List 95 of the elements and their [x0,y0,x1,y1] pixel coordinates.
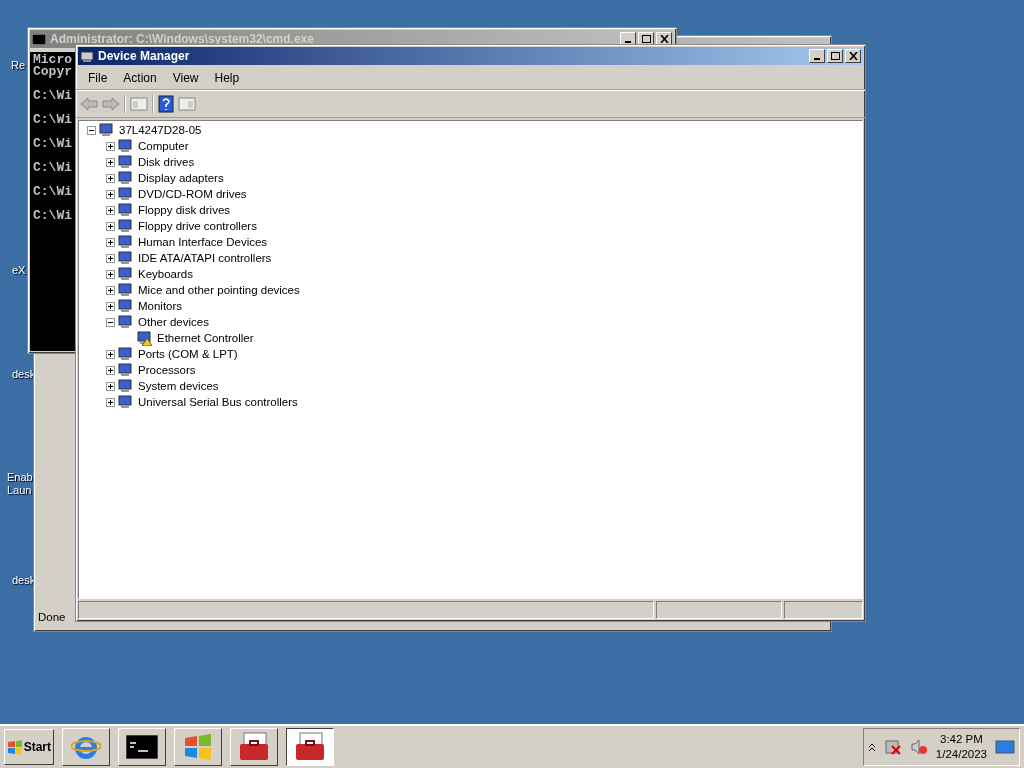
console-line: C:\Wi [33,186,72,198]
tree-item[interactable]: Disk drives [138,156,195,168]
desktop-icon-label[interactable]: eX [12,264,26,277]
windows-flag-icon [183,732,213,762]
device-icon [117,362,134,378]
status-text: Done [38,611,66,625]
device-icon [117,394,134,410]
close-icon [848,52,858,60]
expand-icon[interactable] [106,269,115,279]
menu-item[interactable]: File [80,71,116,85]
window-title: Administrator: C:\Windows\system32\cmd.exe [50,32,315,46]
device-icon [117,186,134,202]
start-button[interactable]: Start [4,729,54,765]
tree-item[interactable]: Universal Serial Bus controllers [138,396,298,408]
window-title: Device Manager [98,49,191,63]
device-icon [117,170,134,186]
tree-item[interactable]: DVD/CD-ROM drives [138,188,247,200]
desktop-icon-label[interactable]: Enab [7,471,33,484]
minimize-button[interactable] [809,49,825,63]
collapse-icon[interactable] [87,125,96,135]
tree-item[interactable]: Monitors [138,300,183,312]
tree-item[interactable]: Computer [138,140,189,152]
device-icon [117,378,134,394]
tree-item[interactable]: Ethernet Controller [157,332,254,344]
tree-item[interactable]: Processors [138,364,196,376]
tree-item[interactable]: Floppy drive controllers [138,220,257,232]
tree-item[interactable]: 37L4247D28-05 [119,124,202,136]
close-button[interactable] [845,49,861,63]
taskbar-button[interactable] [286,728,334,766]
expand-icon[interactable] [106,237,115,247]
device-icon [117,298,134,314]
help-icon[interactable] [158,95,174,113]
expand-icon[interactable] [106,253,115,263]
tree-item[interactable]: Ports (COM & LPT) [138,348,238,360]
tree-item[interactable]: Keyboards [138,268,193,280]
desktop-icon-label[interactable]: Re [11,59,26,72]
menu-item[interactable]: Help [206,71,248,85]
windows-flag-icon [7,739,22,755]
maximize-icon [830,52,840,60]
expand-icon[interactable] [106,365,115,375]
expand-icon[interactable] [106,157,115,167]
expand-icon[interactable] [106,397,115,407]
tree-item[interactable]: Human Interface Devices [138,236,268,248]
console-line: Copyr [33,66,72,78]
expand-icon[interactable] [106,301,115,311]
console-line: C:\Wi [33,114,72,126]
expand-icon[interactable] [106,141,115,151]
clock-date: 1/24/2023 [935,747,987,762]
close-icon [659,35,669,43]
toolbox-icon [294,732,326,762]
console-line: C:\Wi [33,138,72,150]
speaker-muted-icon[interactable] [909,738,928,756]
console-icon [32,33,46,45]
tree-item[interactable]: System devices [138,380,219,392]
device-icon [117,218,134,234]
tree-item[interactable]: Mice and other pointing devices [138,284,300,296]
device-icon [98,122,115,138]
device-icon [117,234,134,250]
console-line: C:\Wi [33,162,72,174]
device-icon [117,346,134,362]
tree-item[interactable]: Floppy disk drives [138,204,231,216]
device-icon [117,250,134,266]
console-icon [126,735,158,759]
device-icon [117,154,134,170]
expand-icon[interactable] [106,349,115,359]
device-icon [117,314,134,330]
expand-icon[interactable] [106,381,115,391]
chevron-icon[interactable] [867,742,876,752]
network-error-icon[interactable] [883,738,902,756]
menu-item[interactable]: View [164,71,207,85]
expand-icon[interactable] [106,285,115,295]
console-line: C:\Wi [33,210,72,222]
expand-icon[interactable] [106,205,115,215]
device-icon [117,138,134,154]
collapse-icon[interactable] [106,317,115,327]
menu-item[interactable]: Action [115,71,165,85]
expand-icon[interactable] [106,189,115,199]
console-line: C:\Wi [33,90,72,102]
desktop-icon-label[interactable]: Laun [7,484,32,497]
expand-icon[interactable] [106,173,115,183]
maximize-icon [641,35,651,43]
console-line: Micro [33,54,72,66]
device-icon [117,202,134,218]
maximize-button[interactable] [827,49,843,63]
warning-device-icon [136,330,153,346]
clock-time: 3:42 PM [940,732,983,747]
toolbox-icon [238,732,270,762]
computer-icon [80,49,94,63]
desktop-icon[interactable] [995,739,1015,755]
device-icon [117,266,134,282]
expand-icon[interactable] [106,221,115,231]
device-icon [117,282,134,298]
tree-item[interactable]: Other devices [138,316,209,328]
tree-item[interactable]: Display adapters [138,172,224,184]
tree-item[interactable]: IDE ATA/ATAPI controllers [138,252,272,264]
